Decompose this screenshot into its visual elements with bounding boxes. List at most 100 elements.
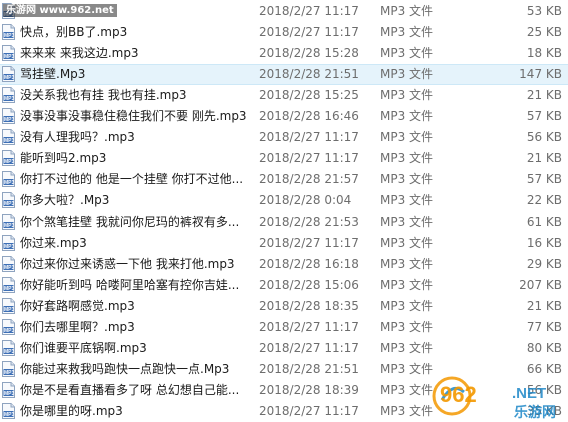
file-type: MP3 文件 bbox=[380, 214, 434, 229]
file-date-modified: 2018/2/28 15:25 bbox=[259, 88, 359, 103]
file-date-modified: 2018/2/28 16:18 bbox=[259, 256, 359, 271]
file-type: MP3 文件 bbox=[380, 235, 434, 250]
file-date-modified: 2018/2/28 21:57 bbox=[259, 172, 359, 187]
svg-text:MP3: MP3 bbox=[4, 391, 15, 397]
file-name[interactable]: 你过来你过来诱惑一下他 我来打他.mp3 bbox=[20, 254, 252, 275]
file-date-modified: 2018/2/27 11:17 bbox=[259, 151, 359, 166]
file-row[interactable]: MP3 你好能听到吗 哈喽阿里哈塞有控你吉娃... 2018/2/28 15:0… bbox=[0, 275, 568, 296]
file-row[interactable]: MP3 来来来 来我这边.mp3 2018/2/28 15:28 MP3 文件 … bbox=[0, 43, 568, 64]
file-row[interactable]: MP3 没关系我也有挂 我也有挂.mp3 2018/2/28 15:25 MP3… bbox=[0, 85, 568, 106]
file-date-modified: 2018/2/27 11:17 bbox=[259, 130, 359, 145]
mp3-file-icon: MP3 bbox=[2, 255, 15, 272]
file-row[interactable]: MP3 你过来.mp3 2018/2/27 11:17 MP3 文件 16 KB bbox=[0, 233, 568, 254]
file-date-modified: 2018/2/27 11:17 bbox=[259, 235, 359, 250]
file-date-modified: 2018/2/27 11:17 bbox=[259, 403, 359, 418]
file-name[interactable]: 快点，别BB了.mp3 bbox=[20, 22, 252, 43]
svg-text:MP3: MP3 bbox=[4, 307, 15, 313]
mp3-file-icon: MP3 bbox=[2, 234, 15, 251]
mp3-file-icon: MP3 bbox=[2, 150, 15, 167]
mp3-file-icon: MP3 bbox=[2, 87, 15, 104]
file-size: 56 KB bbox=[526, 130, 562, 145]
svg-text:MP3: MP3 bbox=[4, 117, 15, 123]
svg-text:MP3: MP3 bbox=[4, 159, 15, 165]
file-size: 16 KB bbox=[526, 235, 562, 250]
mp3-file-icon: MP3 bbox=[2, 213, 15, 230]
file-row[interactable]: MP3 你多大啦？.Mp3 2018/2/28 0:04 MP3 文件 22 K… bbox=[0, 190, 568, 211]
file-date-modified: 2018/2/27 11:17 bbox=[259, 25, 359, 40]
file-name[interactable]: 你好能听到吗 哈喽阿里哈塞有控你吉娃... bbox=[20, 275, 252, 296]
svg-text:MP3: MP3 bbox=[4, 286, 15, 292]
file-name[interactable]: 你好套路啊感觉.mp3 bbox=[20, 296, 252, 317]
svg-text:MP3: MP3 bbox=[4, 75, 15, 81]
svg-text:MP3: MP3 bbox=[4, 412, 15, 418]
file-row[interactable]: MP3 你好套路啊感觉.mp3 2018/2/28 18:35 MP3 文件 2… bbox=[0, 296, 568, 317]
file-size: 61 KB bbox=[526, 214, 562, 229]
logo-number: 962 bbox=[440, 382, 477, 407]
file-row[interactable]: MP3 骂挂壁.Mp3 2018/2/28 21:51 MP3 文件 147 K… bbox=[0, 64, 568, 86]
file-name[interactable]: 你打不过他的 他是一个挂壁 你打不过他... bbox=[20, 169, 252, 190]
file-row[interactable]: MP3 快点，别BB了.mp3 2018/2/27 11:17 MP3 文件 2… bbox=[0, 22, 568, 43]
file-name[interactable]: 骂挂壁.Mp3 bbox=[20, 65, 252, 84]
file-type: MP3 文件 bbox=[380, 319, 434, 334]
file-type: MP3 文件 bbox=[380, 193, 434, 208]
svg-text:MP3: MP3 bbox=[4, 54, 15, 60]
file-name[interactable]: 没关系我也有挂 我也有挂.mp3 bbox=[20, 85, 252, 106]
file-name[interactable]: 你个煞笔挂壁 我就问你尼玛的裤衩有多... bbox=[20, 212, 252, 233]
file-date-modified: 2018/2/28 21:53 bbox=[259, 214, 359, 229]
mp3-file-icon: MP3 bbox=[2, 381, 15, 398]
file-name[interactable]: 没事没事没事稳住稳住我们不要 刚先.mp3 bbox=[20, 106, 252, 127]
logo-caption: 乐游网 bbox=[514, 404, 556, 421]
file-name[interactable]: 你能过来救我吗跑快一点跑快一点.Mp3 bbox=[20, 359, 252, 380]
file-row[interactable]: MP3 没有人理我吗？.mp3 2018/2/27 11:17 MP3 文件 5… bbox=[0, 127, 568, 148]
svg-text:MP3: MP3 bbox=[4, 328, 15, 334]
svg-text:MP3: MP3 bbox=[4, 180, 15, 186]
file-type: MP3 文件 bbox=[380, 4, 434, 18]
file-date-modified: 2018/2/28 15:06 bbox=[259, 277, 359, 292]
mp3-file-icon: MP3 bbox=[2, 129, 15, 146]
file-date-modified: 2018/2/27 11:17 bbox=[259, 340, 359, 355]
file-name[interactable]: 没有人理我吗？.mp3 bbox=[20, 127, 252, 148]
file-size: 22 KB bbox=[526, 193, 562, 208]
file-type: MP3 文件 bbox=[380, 109, 434, 124]
mp3-file-icon: MP3 bbox=[2, 24, 15, 41]
file-row[interactable]: MP3 你过来你过来诱惑一下他 我来打他.mp3 2018/2/28 16:18… bbox=[0, 254, 568, 275]
file-name[interactable]: 你们谁要平底锅啊.mp3 bbox=[20, 338, 252, 359]
file-type: MP3 文件 bbox=[380, 340, 434, 355]
file-date-modified: 2018/2/28 21:51 bbox=[259, 361, 359, 376]
file-type: MP3 文件 bbox=[380, 277, 434, 292]
file-type: MP3 文件 bbox=[380, 25, 434, 40]
file-date-modified: 2018/2/27 11:17 bbox=[259, 4, 359, 18]
file-date-modified: 2018/2/28 0:04 bbox=[259, 193, 352, 208]
svg-text:MP3: MP3 bbox=[4, 33, 15, 39]
file-row[interactable]: MP3 没事没事没事稳住稳住我们不要 刚先.mp3 2018/2/28 16:4… bbox=[0, 106, 568, 127]
file-row[interactable]: MP3 你个煞笔挂壁 我就问你尼玛的裤衩有多... 2018/2/28 21:5… bbox=[0, 212, 568, 233]
file-row[interactable]: MP3 你们去哪里啊？.mp3 2018/2/27 11:17 MP3 文件 7… bbox=[0, 317, 568, 338]
svg-text:MP3: MP3 bbox=[4, 244, 15, 250]
mp3-file-icon: MP3 bbox=[2, 276, 15, 293]
svg-text:MP3: MP3 bbox=[4, 96, 15, 102]
file-name[interactable]: 你多大啦？.Mp3 bbox=[20, 190, 252, 211]
watermark-site-text: 乐游网 www.962.net bbox=[3, 4, 117, 17]
logo-suffix: .NET bbox=[512, 385, 546, 402]
mp3-file-icon: MP3 bbox=[2, 108, 15, 125]
file-size: 57 KB bbox=[526, 172, 562, 187]
mp3-file-icon: MP3 bbox=[2, 318, 15, 335]
file-type: MP3 文件 bbox=[380, 67, 434, 82]
file-name[interactable]: 你们去哪里啊？.mp3 bbox=[20, 317, 252, 338]
file-name[interactable]: 你过来.mp3 bbox=[20, 233, 252, 254]
mp3-file-icon: MP3 bbox=[2, 171, 15, 188]
file-name[interactable]: 来来来 来我这边.mp3 bbox=[20, 43, 252, 64]
file-list[interactable]: MP3 2018/2/27 11:17 MP3 文件 53 KB MP3 快点，… bbox=[0, 0, 568, 422]
file-row[interactable]: MP3 你们谁要平底锅啊.mp3 2018/2/27 11:17 MP3 文件 … bbox=[0, 338, 568, 359]
file-name[interactable]: 你是不是看直播看多了呀 总幻想自己能... bbox=[20, 380, 252, 401]
file-row[interactable]: MP3 能听到吗2.mp3 2018/2/27 11:17 MP3 文件 21 … bbox=[0, 148, 568, 169]
file-name[interactable]: 能听到吗2.mp3 bbox=[20, 148, 252, 169]
file-date-modified: 2018/2/28 18:39 bbox=[259, 382, 359, 397]
mp3-file-icon: MP3 bbox=[2, 45, 15, 62]
file-date-modified: 2018/2/28 15:28 bbox=[259, 46, 359, 61]
file-name[interactable]: 你是哪里的呀.mp3 bbox=[20, 401, 252, 422]
file-size: 21 KB bbox=[526, 151, 562, 166]
file-size: 207 KB bbox=[519, 277, 562, 292]
file-row[interactable]: MP3 你打不过他的 他是一个挂壁 你打不过他... 2018/2/28 21:… bbox=[0, 169, 568, 190]
svg-text:MP3: MP3 bbox=[4, 349, 15, 355]
